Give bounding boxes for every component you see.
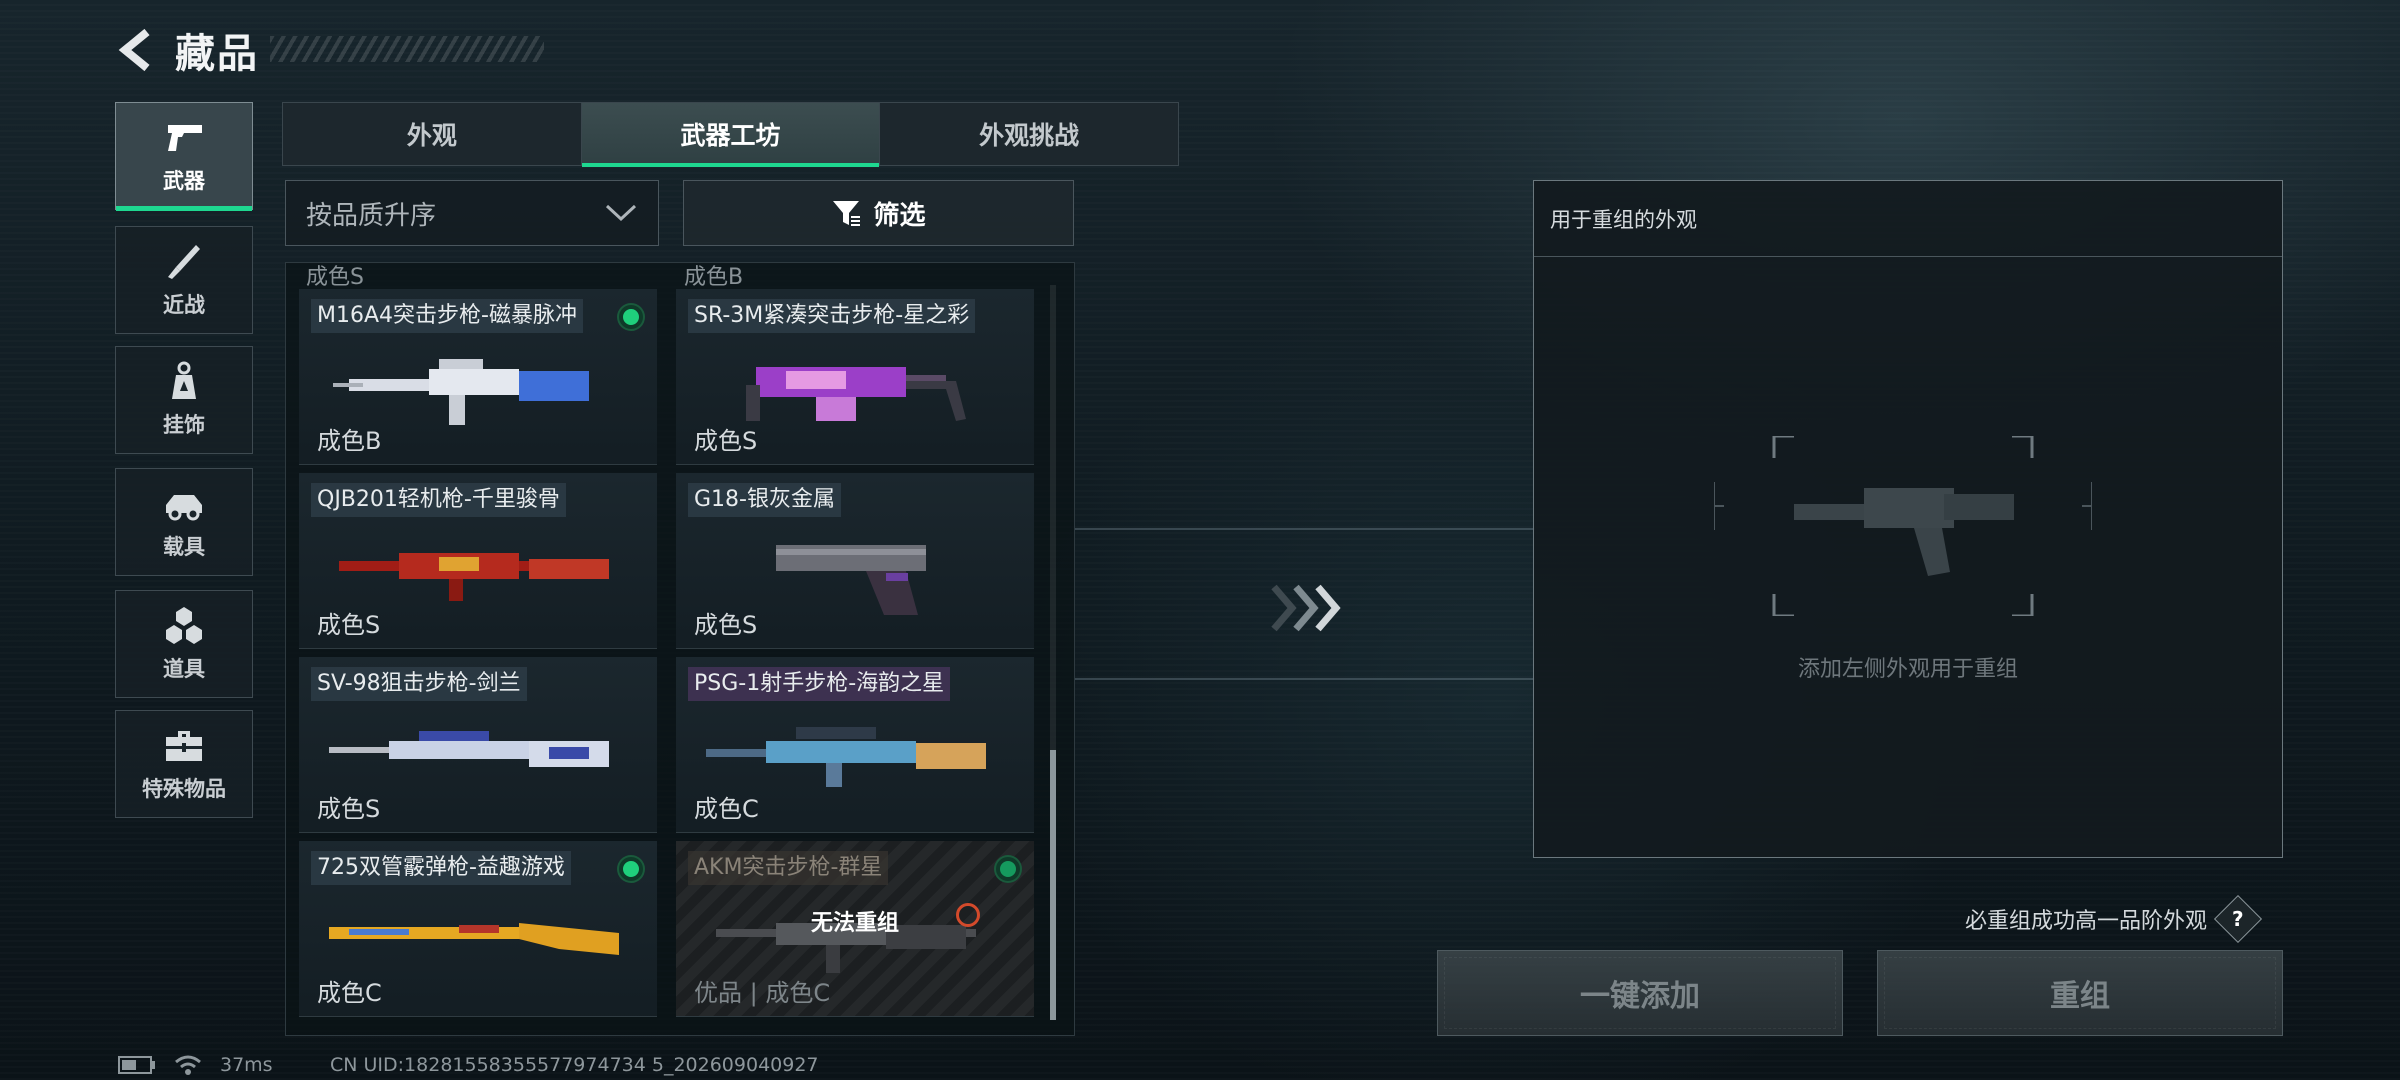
skin-condition: 优品 | 成色C <box>694 979 831 1007</box>
skin-card-disabled: AKM突击步枪-群星 无法重组 优品 | 成色C <box>676 841 1034 1017</box>
category-charms[interactable]: 挂饰 <box>115 346 253 454</box>
sort-dropdown[interactable]: 按品质升序 <box>285 180 659 246</box>
help-button[interactable]: ? <box>2213 894 2263 944</box>
skin-name: G18-银灰金属 <box>688 483 841 517</box>
selected-indicator <box>619 305 643 329</box>
back-arrow-icon <box>118 28 150 72</box>
skin-card[interactable]: 725双管霰弹枪-益趣游戏 成色C <box>299 841 657 1017</box>
page-title: 藏品 <box>175 31 259 77</box>
guarantee-text: 必重组成功高一品阶外观 <box>1965 909 2208 934</box>
filter-icon <box>833 201 861 226</box>
skin-name: QJB201轻机枪-千里骏骨 <box>311 483 566 517</box>
recombine-panel: 用于重组的外观 添加左侧外观用于重组 <box>1533 180 2283 858</box>
machine-gun-image <box>339 553 609 601</box>
filter-button[interactable]: 筛选 <box>683 180 1074 246</box>
skin-grid: 成色S 成色B M16A4突击步枪-磁暴脉冲 成色B SR-3M紧凑突击步枪-星… <box>285 262 1075 1036</box>
skin-condition: 成色C <box>317 979 382 1007</box>
skin-card[interactable]: SV-98狙击步枪-剑兰 成色S <box>299 657 657 833</box>
recombine-slot[interactable] <box>1713 434 2093 618</box>
forward-chevrons-icon <box>1271 584 1341 632</box>
slot-hint: 添加左侧外观用于重组 <box>1797 657 2018 682</box>
toolbox-icon <box>166 731 202 761</box>
skin-card[interactable]: M16A4突击步枪-磁暴脉冲 成色B <box>299 289 657 465</box>
cannot-recombine-label: 无法重组 <box>810 911 899 936</box>
cubes-icon <box>166 607 202 644</box>
add-all-button[interactable]: 一键添加 <box>1437 950 1843 1036</box>
tab-weapon-workshop[interactable]: 武器工坊 <box>581 103 881 167</box>
sort-label: 按品质升序 <box>306 200 437 231</box>
tab-appearance[interactable]: 外观 <box>283 103 582 165</box>
skin-card[interactable]: G18-银灰金属 成色S <box>676 473 1034 649</box>
category-label: 载具 <box>163 535 205 559</box>
empty-slot-rifle-icon <box>1713 434 2093 618</box>
skin-card[interactable]: QJB201轻机枪-千里骏骨 成色S <box>299 473 657 649</box>
panel-title: 用于重组的外观 <box>1534 181 2282 257</box>
skin-condition: 成色S <box>317 795 381 823</box>
category-weapons[interactable]: 武器 <box>115 102 253 211</box>
cut-off-condition: 成色B <box>684 265 744 290</box>
collection-tabs: 外观 武器工坊 外观挑战 <box>282 102 1179 167</box>
guarantee-info: 必重组成功高一品阶外观 ? <box>1965 894 2263 944</box>
ping-text: 37ms <box>220 1054 273 1076</box>
category-label: 挂饰 <box>163 413 205 437</box>
skin-condition: 成色S <box>694 427 758 455</box>
rifle-image <box>333 359 589 425</box>
lock-ring-icon <box>956 903 980 927</box>
status-bar: 37ms <box>118 1054 273 1076</box>
category-label: 特殊物品 <box>142 777 226 801</box>
skin-name: AKM突击步枪-群星 <box>688 851 889 885</box>
shotgun-image <box>329 923 619 955</box>
pistol-image <box>776 545 926 615</box>
vehicle-icon <box>166 495 202 521</box>
skin-name: SR-3M紧凑突击步枪-星之彩 <box>688 299 976 333</box>
grid-scrollbar[interactable] <box>1050 285 1056 1020</box>
wifi-icon <box>175 1055 201 1075</box>
title-decoration <box>270 36 544 62</box>
chevron-down-icon <box>605 204 637 222</box>
sniper-rifle-image <box>329 731 609 767</box>
category-label: 道具 <box>163 657 205 681</box>
tab-appearance-challenge[interactable]: 外观挑战 <box>880 103 1178 165</box>
skin-card[interactable]: PSG-1射手步枪-海韵之星 成色C <box>676 657 1034 833</box>
question-icon: ? <box>2232 906 2244 931</box>
rifle-image <box>746 367 966 421</box>
battery-icon <box>118 1056 155 1074</box>
skin-card[interactable]: SR-3M紧凑突击步枪-星之彩 成色S <box>676 289 1034 465</box>
category-label: 武器 <box>163 169 205 193</box>
page-header: 藏品 <box>115 22 259 78</box>
back-button[interactable] <box>115 22 159 78</box>
selected-indicator <box>996 857 1020 881</box>
charm-icon <box>172 361 196 399</box>
skin-condition: 成色S <box>317 611 381 639</box>
filter-label: 筛选 <box>873 200 926 231</box>
recombine-button[interactable]: 重组 <box>1877 950 2283 1036</box>
skin-name: SV-98狙击步枪-剑兰 <box>311 667 527 701</box>
pistol-icon <box>168 125 202 151</box>
skin-condition: 成色B <box>317 427 382 455</box>
category-melee[interactable]: 近战 <box>115 226 253 334</box>
connector-line <box>1075 528 1535 530</box>
category-items[interactable]: 道具 <box>115 590 253 698</box>
skin-condition: 成色S <box>694 611 758 639</box>
knife-icon <box>168 245 200 279</box>
category-special-items[interactable]: 特殊物品 <box>115 710 253 818</box>
skin-name: M16A4突击步枪-磁暴脉冲 <box>311 299 583 333</box>
category-label: 近战 <box>163 293 205 317</box>
connector-line <box>1075 678 1535 680</box>
marksman-rifle-image <box>706 727 986 787</box>
selected-indicator <box>619 857 643 881</box>
uid-text: CN UID:18281558355577974734 5_2026090409… <box>330 1054 819 1076</box>
skin-name: PSG-1射手步枪-海韵之星 <box>688 667 951 701</box>
category-vehicles[interactable]: 载具 <box>115 468 253 576</box>
cut-off-condition: 成色S <box>306 265 364 290</box>
scrollbar-thumb[interactable] <box>1050 750 1056 1020</box>
skin-condition: 成色C <box>694 795 759 823</box>
skin-name: 725双管霰弹枪-益趣游戏 <box>311 851 571 885</box>
